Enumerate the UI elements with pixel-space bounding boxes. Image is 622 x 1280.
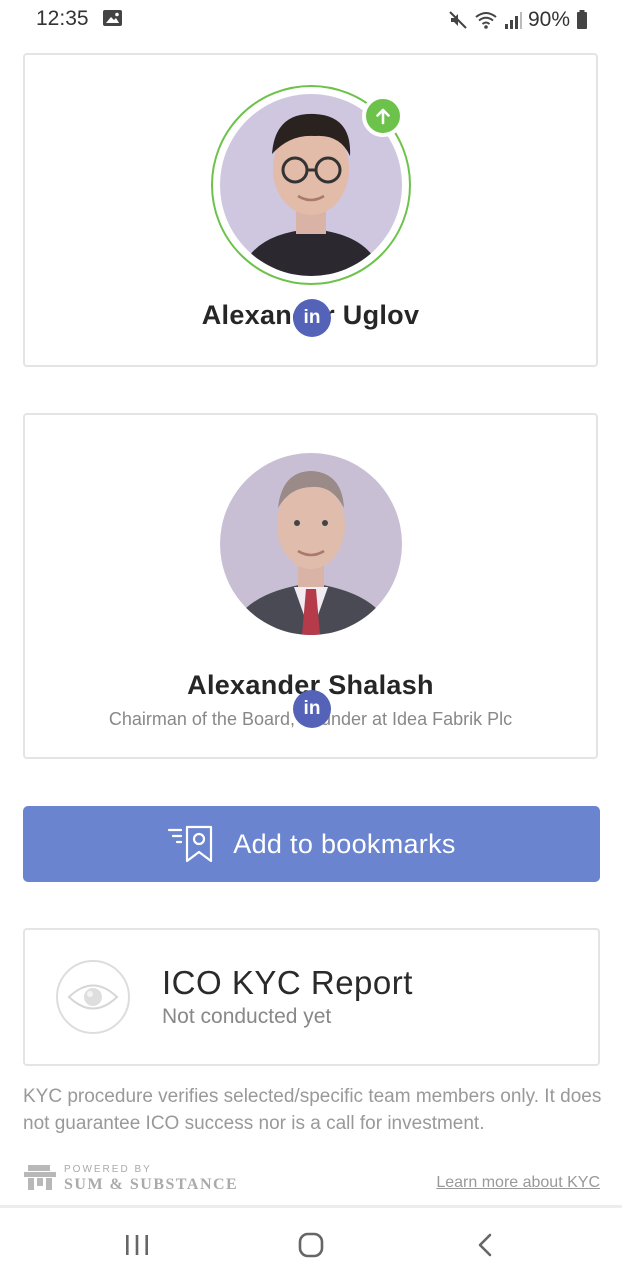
kyc-status: Not conducted yet (162, 1005, 332, 1028)
navigation-bar (0, 1205, 622, 1280)
linkedin-icon[interactable]: in (293, 690, 331, 728)
linkedin-icon[interactable]: in (293, 299, 331, 337)
bookmark-label: Add to bookmarks (233, 828, 456, 859)
bookmark-icon (168, 825, 213, 863)
learn-more-kyc-link[interactable]: Learn more about KYC (436, 1174, 600, 1192)
recents-button[interactable] (117, 1228, 157, 1262)
home-icon (298, 1232, 324, 1258)
avatar (220, 453, 402, 635)
kyc-report-card: ICO KYC Report Not conducted yet (23, 928, 600, 1066)
sumsub-logo-icon (24, 1165, 56, 1190)
arrow-up-badge (362, 95, 404, 137)
arrow-up-icon (376, 108, 390, 125)
home-button[interactable] (291, 1228, 331, 1262)
signal-icon (504, 12, 522, 29)
status-icons: 90% (448, 7, 588, 33)
back-button[interactable] (465, 1228, 505, 1262)
battery-icon (577, 10, 587, 29)
recents-icon (126, 1235, 148, 1255)
mute-icon (449, 11, 467, 29)
image-icon (103, 10, 122, 26)
team-member-card[interactable]: Alexander Shalash Chairman of the Board,… (23, 413, 598, 759)
powered-by-label: POWERED BY (64, 1164, 152, 1175)
eye-icon-circle (56, 960, 130, 1034)
eye-icon (67, 984, 119, 1010)
wifi-icon (475, 12, 497, 29)
team-member-card[interactable]: Alexander Uglov in (23, 53, 598, 367)
status-bar: 12:35 90% (0, 0, 622, 40)
kyc-title: ICO KYC Report (162, 964, 413, 1001)
brand-name: SUM & SUBSTANCE (64, 1176, 239, 1193)
battery-level: 90% (527, 8, 570, 31)
status-time: 12:35 (36, 7, 89, 30)
add-to-bookmarks-button[interactable]: Add to bookmarks (23, 806, 600, 882)
back-icon (478, 1233, 492, 1257)
kyc-disclaimer: KYC procedure verifies selected/specific… (23, 1086, 602, 1134)
